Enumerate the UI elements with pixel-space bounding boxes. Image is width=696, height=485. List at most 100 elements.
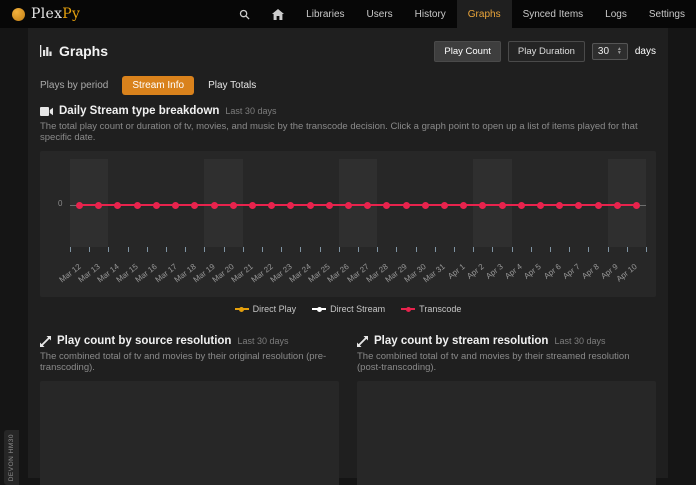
data-point-apr-4[interactable] [517, 202, 525, 209]
data-point-mar-19[interactable] [210, 202, 218, 209]
axis-tick [338, 247, 340, 252]
data-point-apr-9[interactable] [613, 202, 621, 209]
data-point-mar-16[interactable] [152, 202, 160, 209]
axis-tick [530, 247, 532, 252]
axis-tick [569, 247, 571, 252]
legend-item-direct-play[interactable]: Direct Play [234, 304, 296, 314]
nav-item-logs[interactable]: Logs [594, 0, 638, 28]
data-point-mar-29[interactable] [402, 202, 410, 209]
days-label: days [634, 45, 656, 57]
video-camera-icon [40, 106, 53, 116]
stream-resolution-chart: Direct PlayDirect StreamTranscode [357, 381, 656, 485]
axis-tick [242, 247, 244, 252]
x-axis-ticks [70, 247, 647, 252]
axis-tick [473, 247, 475, 252]
data-point-mar-21[interactable] [248, 202, 256, 209]
axis-tick [204, 247, 206, 252]
data-point-apr-7[interactable] [575, 202, 583, 209]
legend-item-transcode[interactable]: Transcode [401, 304, 461, 314]
axis-tick [396, 247, 398, 252]
data-point-mar-25[interactable] [325, 202, 333, 209]
brand-logo[interactable]: PlexPy [0, 0, 92, 28]
tab-plays-by-period[interactable]: Plays by period [40, 76, 108, 95]
data-point-mar-26[interactable] [344, 202, 352, 209]
plot-area [70, 159, 646, 247]
tab-play-totals[interactable]: Play Totals [208, 76, 256, 95]
data-point-apr-1[interactable] [460, 202, 468, 209]
stream-resolution-subtitle: Last 30 days [554, 336, 606, 346]
home-icon[interactable] [261, 0, 295, 28]
search-icon[interactable] [228, 0, 261, 28]
legend-marker-icon [234, 306, 249, 312]
axis-tick [415, 247, 417, 252]
bar-chart-icon [40, 45, 52, 57]
axis-tick [166, 247, 167, 252]
y-axis-zero-label: 0 [58, 199, 63, 208]
source-resolution-section: Play count by source resolution Last 30 … [40, 331, 339, 485]
nav-item-synced-items[interactable]: Synced Items [512, 0, 595, 28]
source-resolution-title: Play count by source resolution Last 30 … [40, 335, 339, 347]
data-point-apr-5[interactable] [536, 202, 544, 209]
nav-item-settings[interactable]: Settings [638, 0, 696, 28]
nav-item-users[interactable]: Users [356, 0, 404, 28]
axis-tick [607, 247, 609, 252]
data-point-mar-28[interactable] [383, 202, 391, 209]
axis-tick [646, 247, 647, 252]
data-point-mar-17[interactable] [172, 202, 180, 209]
axis-tick [377, 247, 379, 252]
plexpy-logo-icon [12, 7, 25, 21]
source-resolution-description: The combined total of tv and movies by t… [40, 351, 327, 373]
graph-tabs: Plays by period Stream Info Play Totals [40, 76, 656, 95]
play-count-button[interactable]: Play Count [434, 40, 501, 62]
nav-item-libraries[interactable]: Libraries [295, 0, 355, 28]
axis-tick [550, 247, 551, 252]
source-resolution-chart: Direct PlayDirect StreamTranscode [40, 381, 339, 485]
axis-tick [146, 247, 148, 252]
side-tab-label: DEVON HM30 [8, 433, 15, 482]
data-point-mar-18[interactable] [191, 202, 199, 209]
axis-tick [300, 247, 302, 252]
daily-stream-type-chart: 0 Mar 12 Mar 13 Mar 14 Mar 15 Mar 16 Mar 17 Ma… [40, 151, 656, 297]
data-point-apr-8[interactable] [594, 202, 602, 209]
data-point-mar-14[interactable] [114, 202, 122, 209]
axis-tick [89, 247, 91, 252]
axis-tick [319, 247, 321, 252]
axis-tick [281, 247, 283, 252]
tab-stream-info[interactable]: Stream Info [122, 76, 195, 95]
legend-label: Transcode [419, 304, 462, 314]
axis-tick [588, 247, 590, 252]
legend-item-direct-stream[interactable]: Direct Stream [312, 304, 385, 314]
data-point-mar-15[interactable] [133, 202, 141, 209]
data-point-apr-3[interactable] [498, 202, 506, 209]
top-nav: PlexPy Libraries Users History Graphs Synced… [0, 0, 696, 28]
nav-item-history[interactable]: History [404, 0, 457, 28]
data-point-mar-22[interactable] [268, 202, 276, 209]
axis-tick [511, 247, 513, 252]
data-point-mar-31[interactable] [440, 202, 448, 209]
nav-items: Libraries Users History Graphs Synced Items L… [228, 0, 696, 28]
nav-item-graphs[interactable]: Graphs [456, 0, 512, 28]
axis-tick [454, 247, 455, 252]
axis-tick [492, 247, 494, 252]
data-point-apr-6[interactable] [556, 202, 564, 209]
number-stepper-icon[interactable]: ▲ ▼ [617, 47, 622, 56]
axis-tick [108, 247, 110, 252]
data-point-apr-10[interactable] [632, 202, 640, 209]
page-title: Graphs [40, 43, 108, 59]
data-point-mar-30[interactable] [421, 202, 429, 209]
play-duration-button[interactable]: Play Duration [507, 40, 585, 62]
axis-tick [223, 247, 225, 252]
arrows-icon [357, 335, 368, 347]
days-value: 30 [597, 45, 610, 57]
brand-text: PlexPy [31, 6, 81, 22]
data-point-mar-20[interactable] [229, 202, 237, 209]
x-axis-labels: Mar 12 Mar 13 Mar 14 Mar 15 Mar 16 Mar 17 Mar … [57, 253, 646, 284]
legend-marker-icon [312, 306, 327, 312]
days-input[interactable]: 30 ▲ ▼ [591, 42, 628, 60]
side-vertical-tab[interactable]: DEVON HM30 [4, 430, 19, 485]
data-point-mar-24[interactable] [306, 202, 314, 209]
data-point-mar-23[interactable] [287, 202, 295, 209]
main-chart-description: The total play count or duration of tv, … [40, 121, 638, 143]
axis-tick [70, 247, 71, 252]
legend-label: Direct Stream [330, 304, 386, 314]
